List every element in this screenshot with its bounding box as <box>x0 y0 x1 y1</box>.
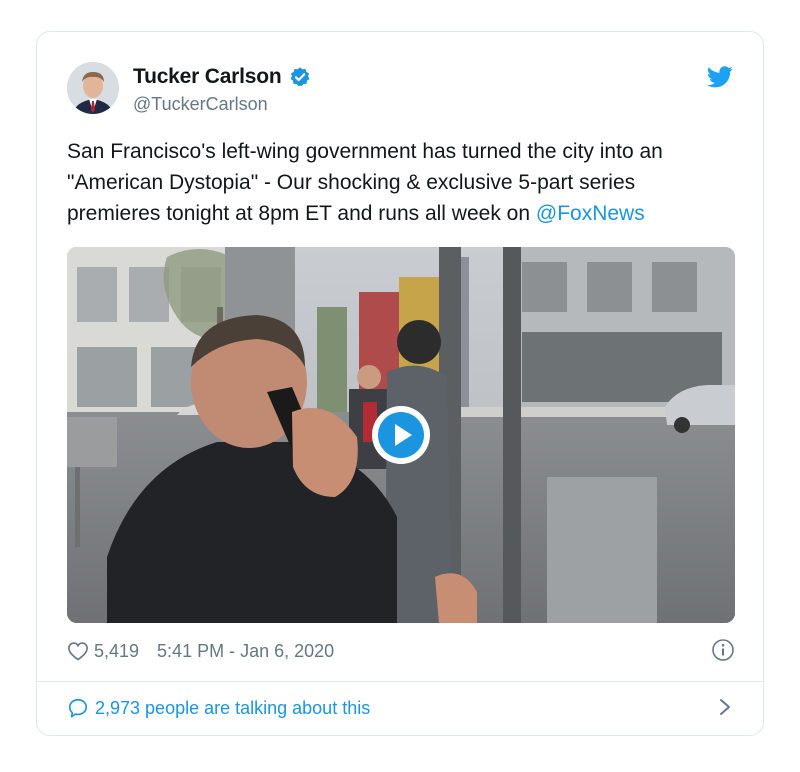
verified-badge-icon <box>290 67 309 87</box>
tweet-text-line-1: San Francisco's left-wing government has… <box>67 140 663 163</box>
tweet-card: Tucker Carlson @TuckerCarlson San Franci… <box>36 31 764 736</box>
author-display-name[interactable]: Tucker Carlson <box>133 65 282 89</box>
info-icon[interactable] <box>711 638 735 662</box>
tweet-text: San Francisco's left-wing government has… <box>67 136 747 229</box>
tweet-text-line-3-prefix: premieres tonight at 8pm ET and runs all… <box>67 202 536 225</box>
chevron-right-icon[interactable] <box>719 698 731 716</box>
author-name-row[interactable]: Tucker Carlson <box>133 65 311 89</box>
tweet-meta-row: 5,419 5:41 PM - Jan 6, 2020 <box>67 638 735 664</box>
author-handle[interactable]: @TuckerCarlson <box>133 94 268 115</box>
speech-bubble-icon <box>68 698 88 718</box>
mention-link[interactable]: @FoxNews <box>536 202 645 225</box>
tweet-text-line-3: premieres tonight at 8pm ET and runs all… <box>67 198 747 229</box>
conversation-count-text[interactable]: 2,973 people are talking about this <box>95 698 370 719</box>
play-icon[interactable] <box>370 404 432 466</box>
tweet-text-line-2: "American Dystopia" - Our shocking & exc… <box>67 171 636 194</box>
like-count: 5,419 <box>94 640 140 661</box>
avatar-image <box>67 62 119 114</box>
twitter-bird-icon[interactable] <box>707 66 733 88</box>
avatar[interactable] <box>67 62 119 114</box>
heart-icon[interactable] <box>67 641 89 661</box>
video-thumbnail[interactable] <box>67 247 735 623</box>
tweet-timestamp[interactable]: 5:41 PM - Jan 6, 2020 <box>157 641 334 662</box>
like-button[interactable]: 5,419 <box>67 641 139 662</box>
divider <box>37 681 763 682</box>
conversation-link[interactable]: 2,973 people are talking about this <box>67 694 735 722</box>
